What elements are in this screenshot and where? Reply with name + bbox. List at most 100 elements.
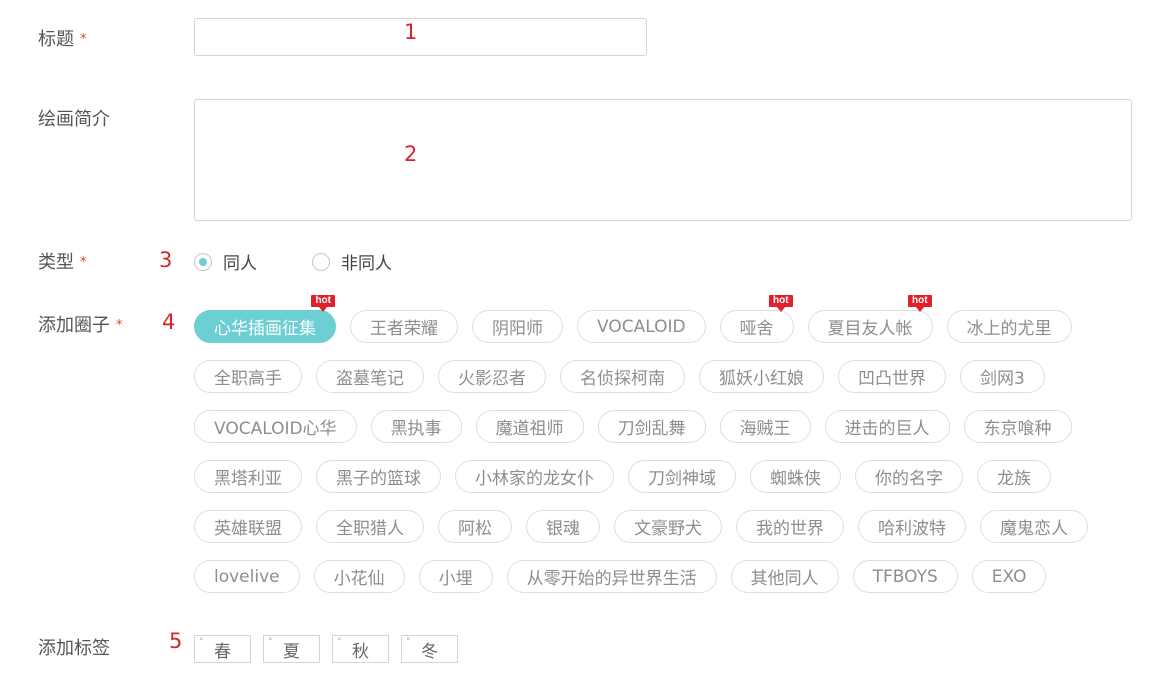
circle-tag[interactable]: lovelive (194, 560, 300, 593)
circle-tag[interactable]: 其他同人 (730, 560, 839, 593)
circle-tag[interactable]: 全职高手 (194, 360, 302, 393)
circle-tag-label: lovelive (214, 566, 280, 587)
circle-tag-label: 蜘蛛侠 (770, 469, 821, 489)
circle-tag-label: VOCALOID心华 (214, 419, 337, 439)
annotation-5: 5 (169, 629, 183, 653)
radio-non-doujin[interactable]: 非同人 (312, 249, 392, 274)
season-tag[interactable]: ° 春 (194, 635, 251, 663)
circle-tag[interactable]: 我的世界 (736, 510, 844, 543)
circle-tag[interactable]: 你的名字 (855, 460, 963, 493)
circle-tag-row: 黑塔利亚 黑子的篮球 小林家的龙女仆 刀剑神域 蜘蛛侠 你的名字 龙族 (194, 460, 1065, 493)
circle-tag-label: 心华插画征集 (214, 319, 316, 339)
circle-tag[interactable]: 王者荣耀 (350, 310, 458, 343)
circle-tag[interactable]: 魔道祖师 (475, 410, 584, 443)
circle-tag-label: 名侦探柯南 (580, 369, 665, 389)
circle-tag-label: 哑舍 (739, 319, 774, 339)
type-label-text: 类型 (38, 252, 74, 273)
circle-tag[interactable]: 蜘蛛侠 (750, 460, 841, 493)
season-tag-label: 夏 (283, 641, 300, 662)
circle-tag-label: 小埋 (438, 569, 473, 589)
tag-label: 添加标签 (38, 634, 110, 660)
intro-label-text: 绘画简介 (38, 109, 110, 130)
circle-tag[interactable]: 阿松 (438, 510, 512, 543)
circle-tag-label: 盗墓笔记 (336, 369, 404, 389)
circle-tag[interactable]: 银魂 (526, 510, 600, 543)
annotation-2: 2 (404, 142, 418, 166)
hot-badge: hot (908, 295, 932, 312)
radio-non-doujin-label: 非同人 (341, 254, 392, 274)
circle-tag-label: 刀剑乱舞 (617, 419, 686, 439)
season-tag-mark: ° (268, 637, 273, 647)
circle-tag[interactable]: 火影忍者 (438, 360, 546, 393)
circle-tag-label: 从零开始的异世界生活 (526, 569, 697, 589)
annotation-3: 3 (159, 248, 173, 272)
circle-tag[interactable]: 黑子的篮球 (316, 460, 441, 493)
circle-tag[interactable]: VOCALOID (577, 310, 706, 343)
circle-tag[interactable]: 哈利波特 (858, 510, 966, 543)
circle-tag-label: 进击的巨人 (844, 419, 930, 439)
circle-tag[interactable]: 小埋 (418, 560, 493, 593)
radio-doujin[interactable]: 同人 (194, 249, 257, 274)
annotation-4: 4 (162, 310, 176, 334)
circle-tag-label: 海贼王 (739, 419, 791, 439)
circle-tag[interactable]: EXO (971, 560, 1047, 593)
hot-badge: hot (769, 295, 793, 312)
title-input[interactable] (194, 18, 647, 56)
circle-tag[interactable]: 冰上的尤里 (946, 310, 1072, 343)
circle-tag-label: 其他同人 (750, 569, 819, 589)
circle-tag-row: 英雄联盟 全职猎人 阿松 银魂 文豪野犬 我的世界 哈利波特 魔鬼恋人 (194, 510, 1102, 543)
circle-tag-label: 魔道祖师 (495, 419, 564, 439)
circle-tag[interactable]: 小花仙 (313, 560, 405, 593)
required-mark: * (80, 32, 87, 47)
circle-tag[interactable]: 魔鬼恋人 (980, 510, 1088, 543)
circle-tag[interactable]: 黑执事 (370, 410, 462, 443)
season-tag-label: 秋 (352, 641, 369, 662)
circle-tag-label: 哈利波特 (878, 519, 946, 539)
circle-tag[interactable]: VOCALOID心华 (194, 410, 357, 443)
circle-tag[interactable]: 海贼王 (719, 410, 811, 443)
circle-tag[interactable]: 黑塔利亚 (194, 460, 302, 493)
circle-tag[interactable]: 盗墓笔记 (316, 360, 424, 393)
circle-tag-label: 王者荣耀 (370, 319, 438, 339)
season-tag[interactable]: ° 冬 (401, 635, 458, 663)
circle-tag[interactable]: 哑舍 hot (719, 295, 794, 343)
circle-tag-label: 黑子的篮球 (336, 469, 421, 489)
circle-tag[interactable]: 全职猎人 (316, 510, 424, 543)
circle-tag-label: 我的世界 (756, 519, 824, 539)
circle-tag-row: lovelive 小花仙 小埋 从零开始的异世界生活 其他同人 TFBOYS EXO (194, 560, 1060, 593)
circle-tag-label: 火影忍者 (458, 369, 526, 389)
circle-tag[interactable]: TFBOYS (852, 560, 958, 593)
circle-tag-label: 魔鬼恋人 (1000, 519, 1068, 539)
intro-textarea[interactable] (194, 99, 1132, 221)
circle-tag[interactable]: 进击的巨人 (824, 410, 950, 443)
circle-tag[interactable]: 夏目友人帐 hot (807, 295, 933, 343)
circle-tag-row: VOCALOID心华 黑执事 魔道祖师 刀剑乱舞 海贼王 进击的巨人 东京喰种 (194, 410, 1086, 443)
radio-checked-icon (194, 252, 212, 271)
required-mark: * (116, 318, 123, 333)
circle-tag[interactable]: 心华插画征集 hot (194, 295, 336, 343)
circle-tag[interactable]: 刀剑神域 (628, 460, 736, 493)
circle-tag[interactable]: 文豪野犬 (614, 510, 722, 543)
season-tag-label: 春 (214, 641, 231, 662)
circle-tag-label: 刀剑神域 (648, 469, 716, 489)
circle-tag-label: 全职高手 (214, 369, 282, 389)
season-tag-mark: ° (406, 637, 411, 647)
circle-tag[interactable]: 东京喰种 (963, 410, 1072, 443)
circle-tag[interactable]: 从零开始的异世界生活 (506, 560, 717, 593)
circle-tag[interactable]: 阴阳师 (472, 310, 563, 343)
required-mark: * (80, 255, 87, 270)
radio-doujin-label: 同人 (223, 254, 257, 274)
circle-tag[interactable]: 名侦探柯南 (560, 360, 685, 393)
circle-tag[interactable]: 凹凸世界 (838, 360, 946, 393)
season-tag[interactable]: ° 秋 (332, 635, 389, 663)
season-tag-mark: ° (199, 637, 204, 647)
circle-label: 添加圈子 * (38, 311, 123, 337)
circle-tag[interactable]: 龙族 (977, 460, 1051, 493)
circle-tag-label: 龙族 (997, 469, 1031, 489)
circle-tag[interactable]: 小林家的龙女仆 (455, 460, 614, 493)
circle-tag[interactable]: 刀剑乱舞 (597, 410, 706, 443)
circle-tag[interactable]: 英雄联盟 (194, 510, 302, 543)
circle-tag[interactable]: 狐妖小红娘 (699, 360, 824, 393)
season-tag[interactable]: ° 夏 (263, 635, 320, 663)
circle-tag[interactable]: 剑网3 (960, 360, 1045, 393)
